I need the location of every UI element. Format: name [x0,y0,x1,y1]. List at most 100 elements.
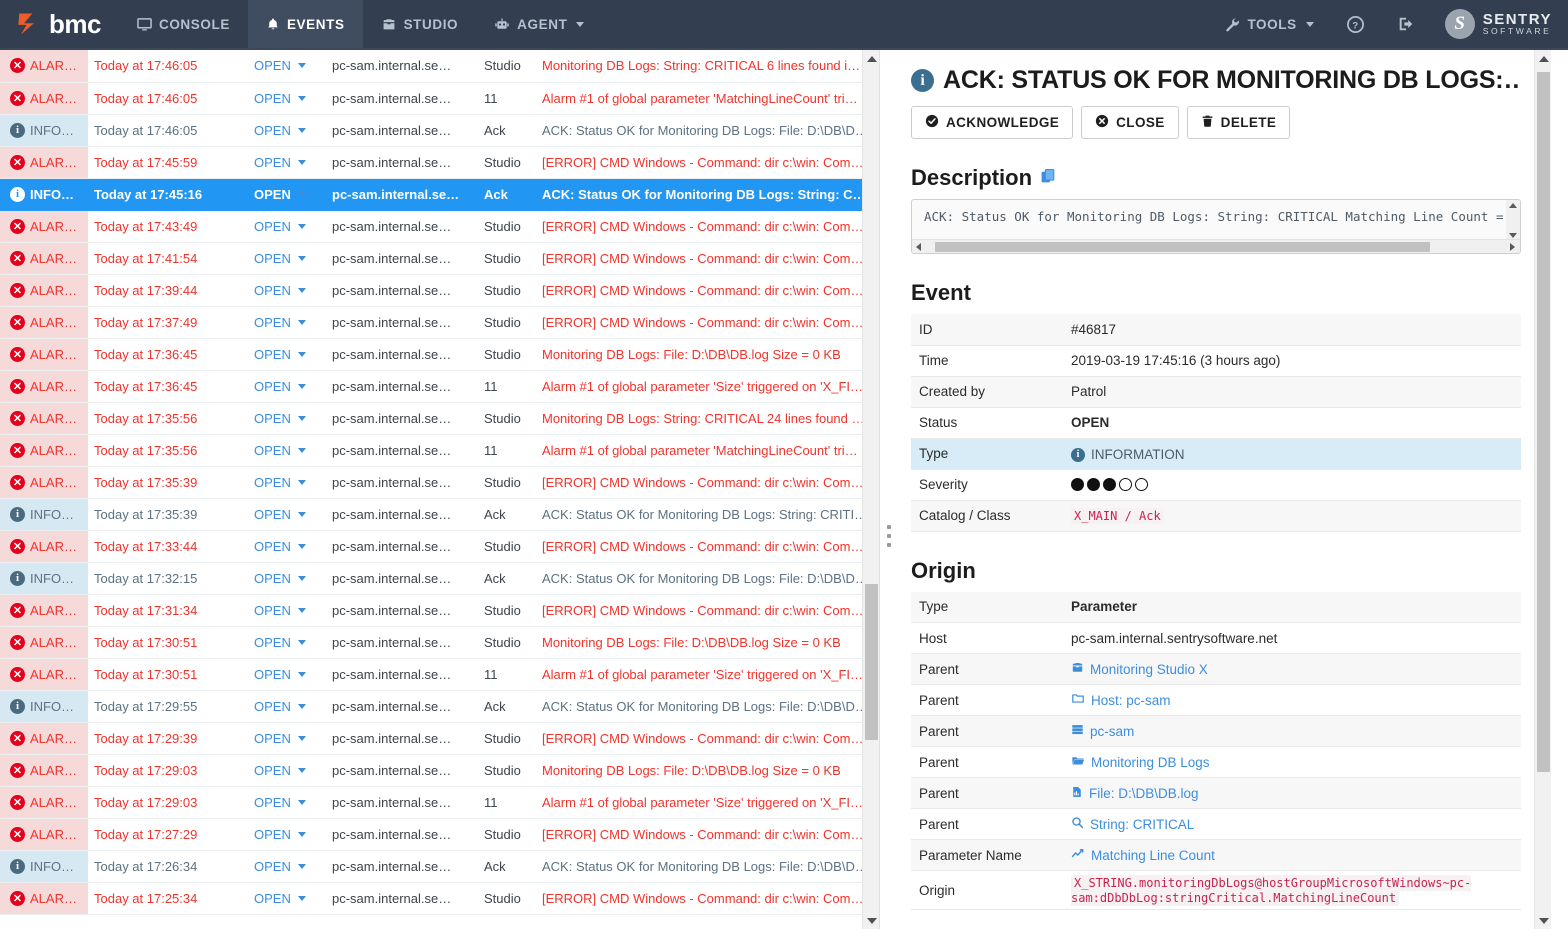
origin-link[interactable]: Monitoring DB Logs [1071,754,1210,770]
help-button[interactable]: ? [1330,15,1381,34]
event-status-cell[interactable]: OPEN [248,594,326,626]
property-value[interactable]: File: D:\DB\DB.log [1063,778,1521,809]
status-dropdown[interactable]: OPEN [254,91,306,106]
scrollbar-thumb[interactable] [1537,72,1550,772]
status-dropdown[interactable]: OPEN [254,891,306,906]
event-status-cell[interactable]: OPEN [248,242,326,274]
description-vertical-scrollbar[interactable] [1506,200,1520,241]
event-row[interactable]: iINFO…Today at 17:35:39OPENpc-sam.intern… [0,498,876,530]
property-value[interactable]: Matching Line Count [1063,840,1521,871]
delete-button[interactable]: DELETE [1187,106,1291,139]
event-status-cell[interactable]: OPEN [248,754,326,786]
event-status-cell[interactable]: OPEN [248,626,326,658]
status-dropdown[interactable]: OPEN [254,763,306,778]
property-value[interactable]: pc-sam [1063,716,1521,747]
status-dropdown[interactable]: OPEN [254,187,306,202]
copy-icon[interactable] [1040,165,1057,191]
scroll-up-arrow-icon[interactable] [1535,50,1551,67]
event-row[interactable]: ✕ALAR…Today at 17:46:05OPENpc-sam.intern… [0,82,876,114]
event-row[interactable]: ✕ALAR…Today at 17:43:49OPENpc-sam.intern… [0,210,876,242]
event-status-cell[interactable]: OPEN [248,402,326,434]
nav-item-agent[interactable]: AGENT [476,0,602,48]
event-status-cell[interactable]: OPEN [248,114,326,146]
status-dropdown[interactable]: OPEN [254,859,306,874]
scroll-up-arrow-icon[interactable] [1509,203,1517,208]
event-status-cell[interactable]: OPEN [248,658,326,690]
event-list-scrollbar[interactable] [862,50,879,929]
property-value[interactable]: Monitoring Studio X [1063,654,1521,685]
event-status-cell[interactable]: OPEN [248,338,326,370]
status-dropdown[interactable]: OPEN [254,251,306,266]
event-status-cell[interactable]: OPEN [248,850,326,882]
property-value[interactable]: Monitoring DB Logs [1063,747,1521,778]
status-dropdown[interactable]: OPEN [254,603,306,618]
event-status-cell[interactable]: OPEN [248,274,326,306]
event-row[interactable]: ✕ALAR…Today at 17:30:51OPENpc-sam.intern… [0,658,876,690]
event-row[interactable]: ✕ALAR…Today at 17:29:03OPENpc-sam.intern… [0,786,876,818]
close-button[interactable]: CLOSE [1081,106,1179,139]
event-row[interactable]: ✕ALAR…Today at 17:33:44OPENpc-sam.intern… [0,530,876,562]
status-dropdown[interactable]: OPEN [254,411,306,426]
event-row[interactable]: ✕ALAR…Today at 17:36:45OPENpc-sam.intern… [0,338,876,370]
property-value[interactable]: String: CRITICAL [1063,809,1521,840]
status-dropdown[interactable]: OPEN [254,379,306,394]
scroll-up-arrow-icon[interactable] [863,50,880,67]
panel-splitter[interactable] [880,50,897,929]
event-status-cell[interactable]: OPEN [248,498,326,530]
scroll-left-arrow-icon[interactable] [916,243,921,251]
status-dropdown[interactable]: OPEN [254,667,306,682]
status-dropdown[interactable]: OPEN [254,443,306,458]
status-dropdown[interactable]: OPEN [254,731,306,746]
status-dropdown[interactable]: OPEN [254,507,306,522]
acknowledge-button[interactable]: ACKNOWLEDGE [911,106,1073,139]
event-row[interactable]: iINFO…Today at 17:26:34OPENpc-sam.intern… [0,850,876,882]
nav-item-events[interactable]: EVENTS [248,0,363,48]
event-row[interactable]: ✕ALAR…Today at 17:25:34OPENpc-sam.intern… [0,882,876,914]
event-row[interactable]: ✕ALAR…Today at 17:35:39OPENpc-sam.intern… [0,466,876,498]
event-row[interactable]: iINFO…Today at 17:46:05OPENpc-sam.intern… [0,114,876,146]
nav-item-tools[interactable]: TOOLS [1209,17,1329,32]
event-row[interactable]: ✕ALAR…Today at 17:37:49OPENpc-sam.intern… [0,306,876,338]
event-row[interactable]: ✕ALAR…Today at 17:41:54OPENpc-sam.intern… [0,242,876,274]
event-status-cell[interactable]: OPEN [248,690,326,722]
event-status-cell[interactable]: OPEN [248,466,326,498]
origin-link[interactable]: Monitoring Studio X [1071,661,1208,677]
event-status-cell[interactable]: OPEN [248,786,326,818]
status-dropdown[interactable]: OPEN [254,699,306,714]
status-dropdown[interactable]: OPEN [254,827,306,842]
event-status-cell[interactable]: OPEN [248,882,326,914]
event-row[interactable]: ✕ALAR…Today at 17:46:05OPENpc-sam.intern… [0,50,876,82]
event-row[interactable]: ✕ALAR…Today at 17:31:34OPENpc-sam.intern… [0,594,876,626]
scrollbar-thumb[interactable] [935,242,1430,252]
description-horizontal-scrollbar[interactable] [912,239,1520,253]
logout-button[interactable] [1381,15,1431,33]
event-status-cell[interactable]: OPEN [248,722,326,754]
scroll-down-arrow-icon[interactable] [863,912,880,929]
status-dropdown[interactable]: OPEN [254,571,306,586]
scroll-down-arrow-icon[interactable] [1535,912,1551,929]
event-row[interactable]: iINFO…Today at 17:29:55OPENpc-sam.intern… [0,690,876,722]
detail-pane-scrollbar[interactable] [1534,50,1551,929]
event-row[interactable]: ✕ALAR…Today at 17:27:29OPENpc-sam.intern… [0,818,876,850]
status-dropdown[interactable]: OPEN [254,795,306,810]
event-status-cell[interactable]: OPEN [248,530,326,562]
event-row[interactable]: ✕ALAR…Today at 17:35:56OPENpc-sam.intern… [0,434,876,466]
origin-link[interactable]: String: CRITICAL [1071,816,1194,832]
origin-link[interactable]: pc-sam [1071,723,1134,739]
origin-link[interactable]: Host: pc-sam [1071,692,1171,708]
scrollbar-thumb[interactable] [865,584,878,740]
nav-item-console[interactable]: CONSOLE [119,0,248,48]
status-dropdown[interactable]: OPEN [254,219,306,234]
event-status-cell[interactable]: OPEN [248,370,326,402]
nav-item-studio[interactable]: STUDIO [363,0,477,48]
status-dropdown[interactable]: OPEN [254,539,306,554]
origin-link[interactable]: File: D:\DB\DB.log [1071,785,1199,802]
event-row[interactable]: ✕ALAR…Today at 17:36:45OPENpc-sam.intern… [0,370,876,402]
event-status-cell[interactable]: OPEN [248,818,326,850]
event-status-cell[interactable]: OPEN [248,82,326,114]
event-row[interactable]: ✕ALAR…Today at 17:39:44OPENpc-sam.intern… [0,274,876,306]
event-row[interactable]: iINFO…Today at 17:45:16OPENpc-sam.intern… [0,178,876,210]
event-row[interactable]: ✕ALAR…Today at 17:35:56OPENpc-sam.intern… [0,402,876,434]
status-dropdown[interactable]: OPEN [254,347,306,362]
scroll-right-arrow-icon[interactable] [1510,243,1515,251]
